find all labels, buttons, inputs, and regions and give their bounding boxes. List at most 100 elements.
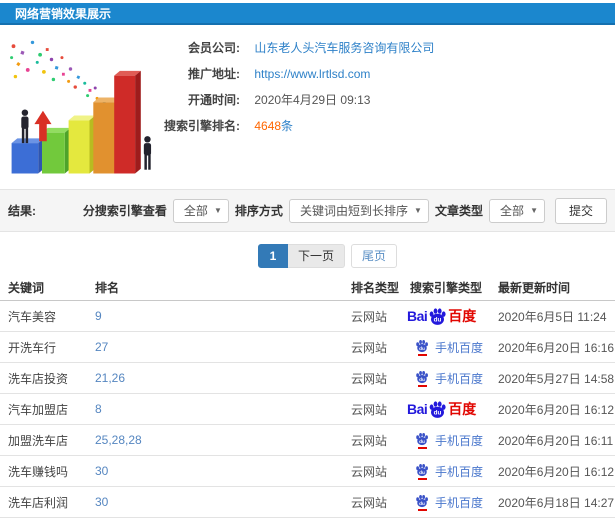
table-row: 加盟洗车店 25,28,28 云网站 du 手机百度 2020年6月20日 16…	[0, 424, 615, 456]
rank-type-cell: 云网站	[343, 331, 402, 363]
promo-url-link[interactable]: https://www.lrtlsd.com	[254, 67, 370, 81]
baidu-mobile-logo: du 手机百度	[407, 370, 483, 387]
updated-cell: 2020年6月20日 16:11	[490, 424, 615, 456]
engine-cell: du 手机百度	[402, 362, 490, 394]
updated-cell: 2020年6月20日 16:12	[490, 455, 615, 487]
baidu-bai-text: Bai	[407, 401, 428, 417]
engine-cell: Bai du 百度	[402, 300, 490, 332]
baidu-bai-text: Bai	[407, 308, 428, 324]
col-header-keyword: 关键词	[0, 279, 87, 301]
rank-cell[interactable]: 9	[87, 300, 343, 332]
keyword-cell: 开洗车行	[0, 331, 87, 363]
open-time-row: 开通时间: 2020年4月29日 09:13	[156, 87, 434, 113]
engine-cell: du 手机百度	[402, 455, 490, 487]
col-header-updated: 最新更新时间	[490, 279, 615, 301]
baidu-mobile-text: 手机百度	[435, 340, 484, 355]
engine-select[interactable]: 全部 ▼	[172, 198, 229, 223]
baidu-mobile-logo: du 手机百度	[407, 494, 483, 511]
next-page-button[interactable]: 下一页	[288, 244, 346, 268]
person-figure-left	[21, 109, 29, 144]
rank-cell[interactable]: 8	[87, 393, 343, 425]
article-type-select-value: 全部	[499, 203, 524, 218]
baidu-mobile-paw-icon: du	[415, 463, 429, 480]
keyword-cell: 洗车店利润	[0, 486, 87, 518]
baidu-paw-icon: du	[429, 307, 446, 325]
baidu-mobile-text: 手机百度	[435, 495, 484, 510]
baidu-pc-logo: Bai du 百度	[407, 307, 476, 326]
svg-text:du: du	[434, 409, 442, 416]
baidu-paw-icon: du	[429, 400, 446, 418]
engine-cell: Bai du 百度	[402, 393, 490, 425]
bar-red	[114, 70, 141, 174]
keyword-cell: 洗车店投资	[0, 362, 87, 394]
svg-text:du: du	[419, 376, 425, 381]
table-header-row: 关键词 排名 排名类型 搜索引擎类型 最新更新时间	[0, 279, 615, 301]
engine-select-value: 全部	[183, 203, 208, 218]
baidu-mobile-paw-icon: du	[415, 432, 429, 449]
person-figure-right	[143, 136, 152, 170]
sort-select-value: 关键词由短到长排序	[299, 203, 408, 218]
rank-type-cell: 云网站	[343, 455, 402, 487]
chevron-down-icon: ▼	[414, 205, 422, 215]
article-type-select[interactable]: 全部 ▼	[488, 198, 545, 223]
rank-type-cell: 云网站	[343, 362, 402, 394]
chevron-down-icon: ▼	[214, 205, 222, 215]
baidu-mobile-logo: du 手机百度	[407, 463, 483, 480]
engine-rank-label: 搜索引擎排名:	[164, 119, 240, 133]
updated-cell: 2020年5月27日 14:58	[490, 362, 615, 394]
keyword-cell: 洗车赚钱吗	[0, 455, 87, 487]
filter-bar: 结果: 分搜索引擎查看 全部 ▼ 排序方式 关键词由短到长排序 ▼ 文章类型 全…	[0, 189, 615, 232]
company-info: 会员公司: 山东老人头汽车服务咨询有限公司 推广地址: https://www.…	[156, 25, 434, 189]
baidu-mobile-paw-icon: du	[415, 370, 429, 387]
baidu-mobile-paw-icon: du	[415, 339, 429, 356]
promo-url-row: 推广地址: https://www.lrtlsd.com	[156, 61, 434, 87]
filter-controls: 分搜索引擎查看 全部 ▼ 排序方式 关键词由短到长排序 ▼ 文章类型 全部 ▼ …	[82, 197, 607, 224]
table-row: 洗车店投资 21,26 云网站 du 手机百度 2020年5月27日 14:58	[0, 362, 615, 394]
updated-cell: 2020年6月18日 14:27	[490, 486, 615, 518]
rank-cell[interactable]: 25,28,28	[87, 424, 343, 456]
rank-cell[interactable]: 21,26	[87, 362, 343, 394]
page-header: 网络营销效果展示	[0, 3, 615, 25]
rank-type-cell: 云网站	[343, 300, 402, 332]
baidu-cn-text: 百度	[448, 401, 477, 417]
growth-bar-chart-graphic	[10, 40, 152, 174]
engine-filter-label: 分搜索引擎查看	[82, 204, 167, 218]
submit-button[interactable]: 提交	[554, 197, 607, 224]
member-company-label: 会员公司:	[188, 41, 240, 55]
updated-cell: 2020年6月20日 16:16	[490, 331, 615, 363]
rank-type-cell: 云网站	[343, 486, 402, 518]
member-company-link[interactable]: 山东老人头汽车服务咨询有限公司	[254, 41, 434, 55]
col-header-engine-type: 搜索引擎类型	[402, 279, 490, 301]
rank-cell[interactable]: 27	[87, 331, 343, 363]
table-row: 洗车店利润 30 云网站 du 手机百度 2020年6月18日 14:27	[0, 486, 615, 518]
baidu-mobile-text: 手机百度	[435, 433, 484, 448]
info-section: 会员公司: 山东老人头汽车服务咨询有限公司 推广地址: https://www.…	[0, 25, 615, 189]
baidu-cn-text: 百度	[448, 308, 477, 324]
open-time-value: 2020年4月29日 09:13	[254, 93, 371, 107]
bar-yellow	[68, 115, 96, 174]
table-row: 洗车赚钱吗 30 云网站 du 手机百度 2020年6月20日 16:12	[0, 455, 615, 487]
baidu-mobile-paw-icon: du	[415, 494, 429, 511]
results-table: 关键词 排名 排名类型 搜索引擎类型 最新更新时间 汽车美容 9 云网站 Bai…	[0, 279, 615, 520]
sort-select[interactable]: 关键词由短到长排序 ▼	[288, 198, 429, 223]
promo-url-label: 推广地址:	[188, 67, 240, 81]
baidu-mobile-text: 手机百度	[435, 464, 484, 479]
engine-cell: du 手机百度	[402, 424, 490, 456]
chevron-down-icon: ▼	[530, 205, 538, 215]
last-page-button[interactable]: 尾页	[351, 244, 398, 268]
open-time-label: 开通时间:	[188, 93, 240, 107]
baidu-mobile-logo: du 手机百度	[407, 339, 483, 356]
rank-cell[interactable]: 30	[87, 486, 343, 518]
col-header-rank-type: 排名类型	[343, 279, 402, 301]
page-1-button[interactable]: 1	[258, 244, 288, 268]
rank-cell[interactable]: 30	[87, 455, 343, 487]
table-body: 汽车美容 9 云网站 Bai du 百度 2020年6月5日 11:24 开洗车…	[0, 300, 615, 520]
updated-cell: 2020年6月5日 11:24	[490, 300, 615, 332]
baidu-mobile-text: 手机百度	[435, 371, 484, 386]
col-header-rank: 排名	[87, 279, 343, 301]
keyword-cell: 汽车美容	[0, 300, 87, 332]
svg-text:du: du	[419, 438, 425, 443]
page-title: 网络营销效果展示	[15, 7, 112, 21]
sort-label: 排序方式	[234, 204, 283, 218]
svg-text:du: du	[419, 500, 425, 505]
